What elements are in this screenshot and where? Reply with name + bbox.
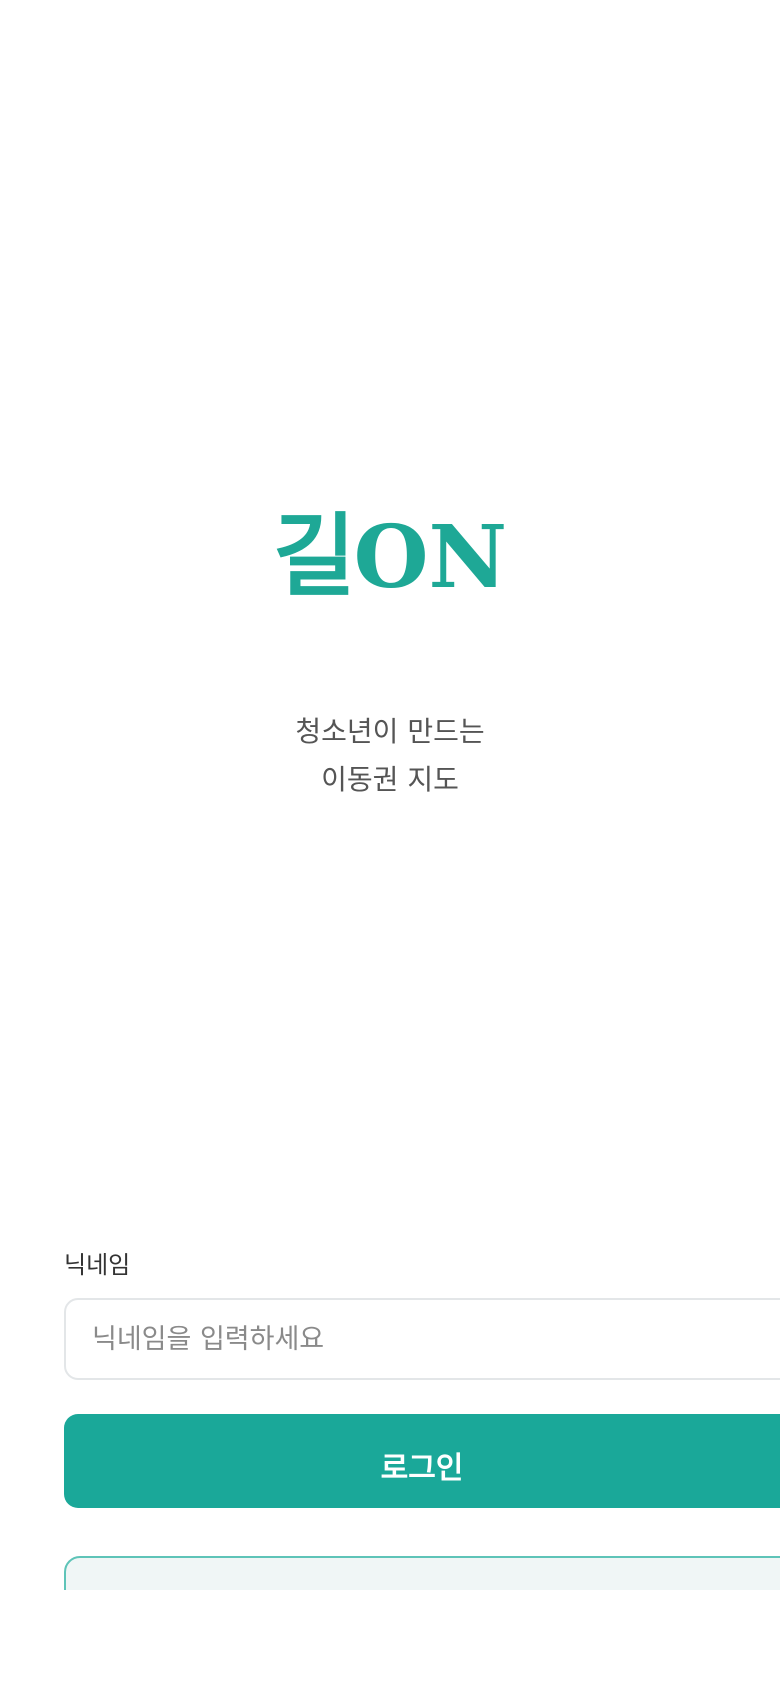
nickname-input[interactable] — [92, 1300, 772, 1378]
tagline-line-2: 이동권 지도 — [321, 763, 459, 796]
nickname-label: 닉네임 — [64, 1251, 131, 1279]
logo-english-text: ON — [353, 507, 508, 608]
login-screen: 길ON 청소년이 만드는 이동권 지도 닉네임 로그인 — [0, 0, 780, 1688]
logo-korean-text: 길 — [272, 504, 356, 609]
bottom-blank-area — [0, 1590, 780, 1688]
nickname-field[interactable] — [64, 1298, 780, 1380]
login-button-label: 로그인 — [380, 1451, 464, 1486]
app-logo: 길ON — [0, 512, 780, 602]
app-tagline: 청소년이 만드는 이동권 지도 — [0, 708, 780, 804]
tagline-line-1: 청소년이 만드는 — [295, 715, 485, 748]
login-button[interactable]: 로그인 — [64, 1414, 780, 1508]
